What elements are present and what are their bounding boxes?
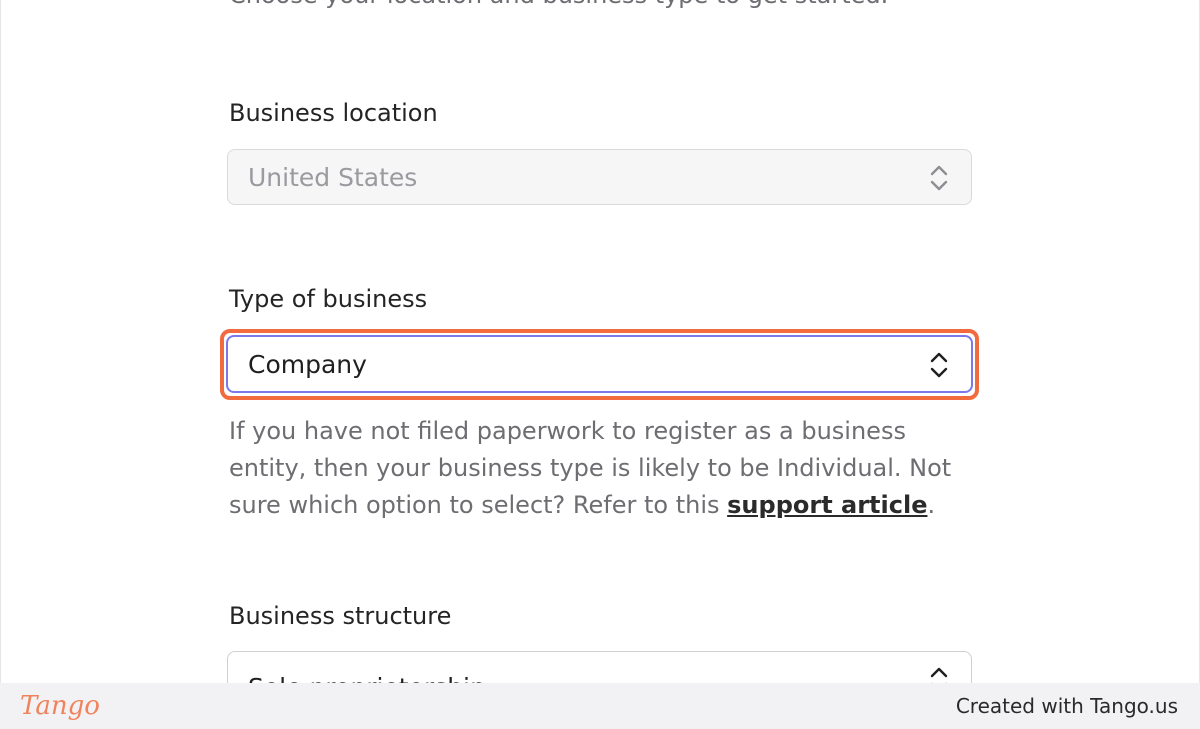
business-type-label: Type of business: [229, 285, 428, 313]
business-structure-select[interactable]: Sole proprietorship: [227, 651, 972, 683]
business-location-value: United States: [248, 163, 418, 192]
business-type-value: Company: [248, 350, 367, 379]
business-location-label: Business location: [229, 99, 438, 127]
business-structure-label: Business structure: [229, 602, 452, 630]
tango-logo: Tango: [20, 691, 100, 721]
chevron-up-down-icon: [930, 667, 948, 683]
support-article-link[interactable]: support article: [727, 491, 927, 519]
tango-footer: Tango Created with Tango.us: [0, 683, 1200, 729]
chevron-up-down-icon: [930, 352, 948, 378]
screenshot-frame: Choose your location and business type t…: [0, 0, 1200, 683]
page-subtitle: Choose your location and business type t…: [229, 0, 888, 10]
business-location-select[interactable]: United States: [227, 149, 972, 205]
business-structure-value: Sole proprietorship: [248, 660, 486, 683]
business-type-help-text: If you have not filed paperwork to regis…: [229, 413, 989, 524]
help-text-end: .: [927, 491, 936, 519]
chevron-up-down-icon: [930, 165, 948, 191]
business-type-select[interactable]: Company: [226, 335, 973, 393]
frame-border: [0, 0, 1, 683]
footer-credit: Created with Tango.us: [955, 694, 1178, 718]
